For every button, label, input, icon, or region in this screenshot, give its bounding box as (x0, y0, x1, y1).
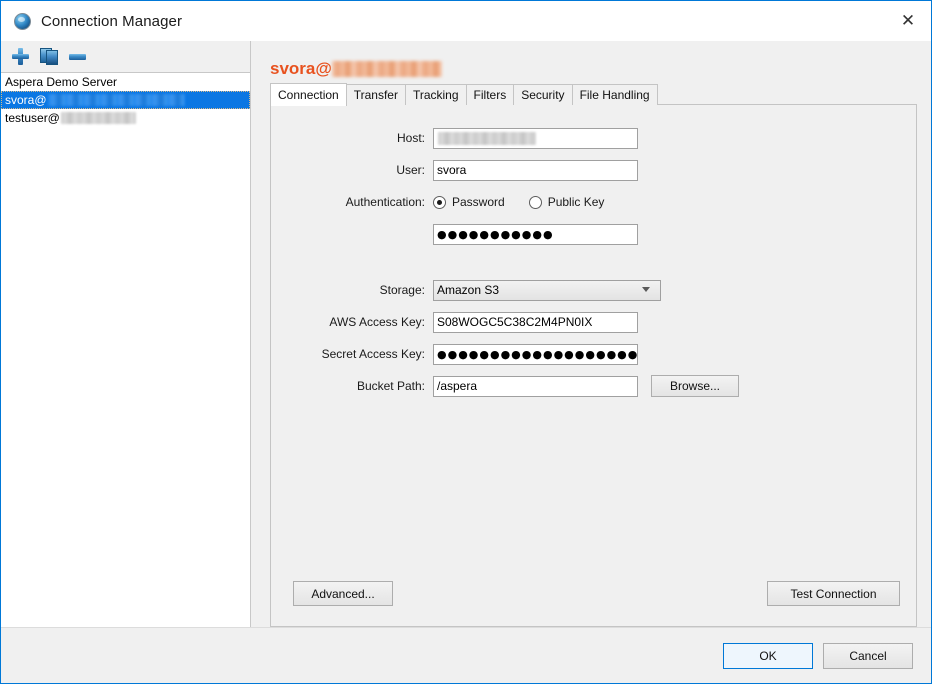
tab-tracking[interactable]: Tracking (404, 84, 467, 105)
user-input[interactable]: svora (433, 159, 638, 181)
chevron-down-icon (642, 287, 651, 293)
host-label: Host: (396, 131, 425, 145)
authentication-row: Authentication: Password Public Key (271, 191, 916, 213)
storage-row: Storage: Amazon S3 (271, 279, 916, 301)
aws-access-key-input[interactable]: S08WOGC5C38C2M4PN0IX (433, 311, 638, 333)
panel-button-bar: Advanced... Test Connection (293, 581, 900, 606)
ok-button[interactable]: OK (723, 642, 813, 669)
user-label: User: (396, 163, 425, 177)
host-input[interactable] (433, 127, 638, 149)
aws-access-key-label: AWS Access Key: (329, 315, 425, 329)
connection-detail-pane: svora@ Connection Transfer Tracking Filters… (258, 41, 931, 627)
connection-form: Host: User: svora Authentication: Passwo… (271, 105, 916, 397)
window-body: Aspera Demo Server svora@ testuser@ svora@… (1, 41, 931, 627)
tab-bar[interactable]: Connection Transfer Tracking Filters Securit… (270, 83, 917, 106)
bucket-path-input[interactable]: /aspera (433, 375, 638, 397)
cancel-button[interactable]: Cancel (823, 642, 913, 669)
aspera-orb-icon (14, 12, 31, 30)
authentication-radio-group[interactable]: Password Public Key (433, 195, 604, 209)
user-row: User: svora (271, 159, 916, 181)
connection-manager-window: Connection Manager ✕ Aspera Demo Server s… (0, 0, 932, 684)
radio-indicator (528, 195, 542, 209)
dialog-footer: OK Cancel (1, 627, 931, 683)
connection-title-text: svora@ (270, 59, 332, 78)
secret-access-key-input[interactable]: ●●●●●●●●●●●●●●●●●●●●●●●●●●●● (433, 343, 638, 365)
host-row: Host: (271, 127, 916, 149)
test-connection-button[interactable]: Test Connection (767, 581, 900, 606)
tab-connection[interactable]: Connection (270, 83, 347, 106)
storage-label: Storage: (379, 283, 425, 297)
connection-title-redacted-host (331, 61, 442, 77)
radio-public-key[interactable]: Public Key (528, 195, 605, 209)
list-item[interactable]: svora@ (1, 91, 250, 109)
remove-connection-icon[interactable] (69, 53, 86, 60)
bucket-path-label: Bucket Path: (356, 379, 425, 393)
server-list[interactable]: Aspera Demo Server svora@ testuser@ (1, 73, 250, 627)
password-input[interactable]: ●●●●●●●●●●● (433, 223, 638, 245)
list-item[interactable]: Aspera Demo Server (1, 73, 250, 91)
secret-access-key-label: Secret Access Key: (321, 347, 425, 361)
storage-select[interactable]: Amazon S3 (433, 279, 661, 301)
server-list-toolbar (1, 41, 250, 73)
close-icon[interactable]: ✕ (885, 1, 931, 40)
aws-access-key-row: AWS Access Key: S08WOGC5C38C2M4PN0IX (271, 311, 916, 333)
title-bar: Connection Manager ✕ (1, 1, 931, 41)
redacted-hostname (60, 112, 136, 124)
redacted-hostname (47, 94, 185, 106)
tab-transfer[interactable]: Transfer (345, 84, 406, 105)
radio-password[interactable]: Password (433, 195, 505, 209)
list-item-label: svora@ (5, 93, 47, 107)
secret-access-key-row: Secret Access Key: ●●●●●●●●●●●●●●●●●●●●●… (271, 343, 916, 365)
tab-security[interactable]: Security (513, 84, 573, 105)
tab-file-handling[interactable]: File Handling (571, 84, 658, 105)
window-title: Connection Manager (41, 12, 183, 30)
pane-splitter[interactable] (251, 41, 258, 627)
radio-label: Password (452, 195, 505, 209)
host-redacted-value (438, 131, 536, 145)
duplicate-icon-front-square (46, 50, 58, 65)
tab-filters[interactable]: Filters (465, 84, 515, 105)
authentication-label: Authentication: (345, 195, 425, 209)
bucket-path-row: Bucket Path: /aspera Browse... (271, 375, 916, 397)
storage-select-value: Amazon S3 (437, 282, 500, 297)
add-connection-icon[interactable] (12, 48, 29, 65)
connection-title: svora@ (270, 57, 917, 81)
password-row: ●●●●●●●●●●● (271, 223, 916, 245)
list-item[interactable]: testuser@ (1, 109, 250, 127)
server-list-pane: Aspera Demo Server svora@ testuser@ (1, 41, 251, 627)
duplicate-connection-icon[interactable] (40, 48, 58, 65)
list-item-label: Aspera Demo Server (5, 75, 118, 89)
radio-indicator (433, 195, 446, 209)
browse-button[interactable]: Browse... (651, 375, 739, 397)
radio-label: Public Key (547, 195, 605, 209)
advanced-button[interactable]: Advanced... (293, 581, 393, 606)
tab-panel-connection: Host: User: svora Authentication: Passwo… (270, 104, 917, 627)
list-item-label: testuser@ (5, 111, 60, 125)
form-spacer (271, 255, 916, 279)
